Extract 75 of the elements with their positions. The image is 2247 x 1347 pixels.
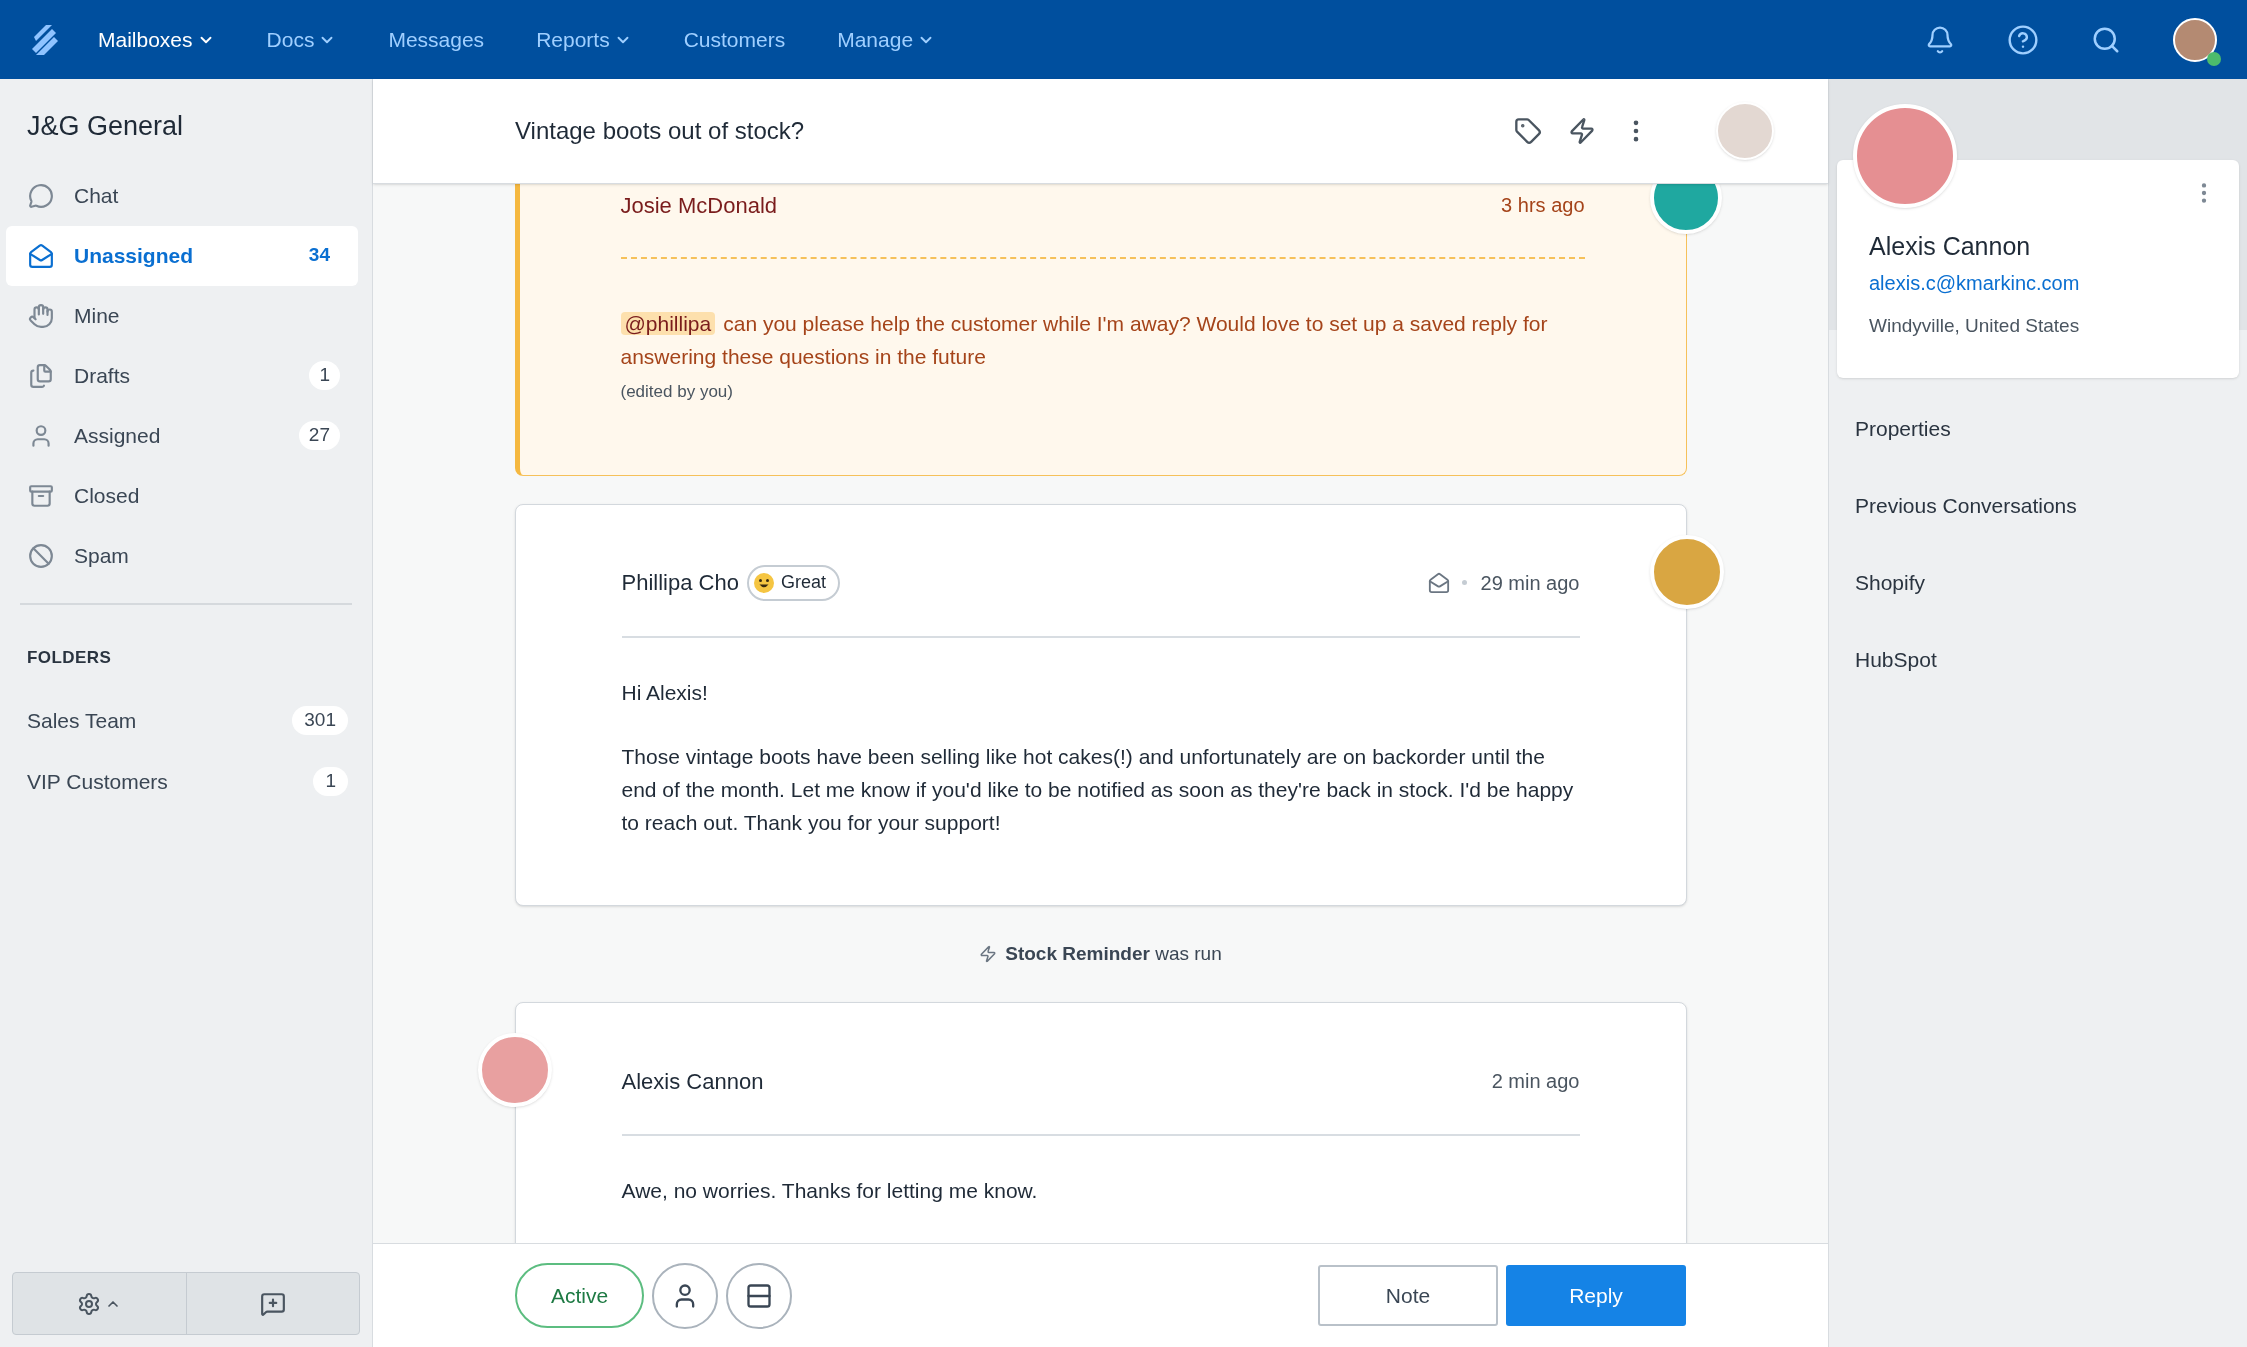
nav-menu-item[interactable]: Messages (388, 23, 485, 56)
reaction-tag: Great (746, 564, 840, 601)
logo-icon (30, 22, 60, 57)
note-text: @phillipa can you please help the customer while I'm away? Would love to set up a saved reply for answering these questions in the future (620, 311, 1549, 370)
sidebar-item-label: Chat (74, 182, 119, 209)
chat-add-icon (259, 1290, 286, 1317)
item-count: 27 (298, 421, 340, 450)
status-button[interactable]: Active (515, 1263, 645, 1328)
message-time: 3 hrs ago (1501, 193, 1585, 218)
settings-icon (77, 1291, 102, 1316)
sidebar-item[interactable]: Closed (6, 465, 358, 526)
blocked-icon (28, 542, 54, 569)
folder-item[interactable]: VIP Customers 1 (0, 751, 372, 812)
sidebar-item[interactable]: Drafts 1 (6, 345, 358, 406)
item-count: 1 (309, 361, 340, 390)
message-paragraph: Awe, no worries. Thanks for letting me know. (621, 1178, 1039, 1204)
nav-menu-item[interactable]: Customers (683, 23, 786, 56)
open-envelope-icon (1427, 571, 1450, 594)
conversation-title: Vintage boots out of stock? (515, 116, 805, 146)
item-count: 34 (307, 243, 331, 268)
sidebar-item[interactable]: Mine (6, 285, 358, 346)
panel-section-link[interactable]: HubSpot (1855, 643, 1937, 676)
lightning-icon[interactable] (1568, 117, 1596, 145)
archive-box-icon (28, 482, 54, 509)
open-envelope-icon (28, 242, 54, 269)
note-button[interactable]: Note (1318, 1265, 1498, 1326)
hand-icon (28, 302, 54, 329)
sidebar-item-label: Drafts (74, 362, 130, 389)
assign-button[interactable] (652, 1262, 719, 1329)
sidebar-item-label: Closed (74, 482, 140, 509)
folder-label: VIP Customers (27, 768, 168, 795)
message-time: 2 min ago (1491, 1069, 1580, 1094)
folder-label: Sales Team (27, 707, 137, 734)
layout-button[interactable] (726, 1262, 793, 1329)
folder-count: 301 (292, 706, 348, 735)
panel-section-link[interactable]: Properties (1855, 412, 1951, 445)
chat-bubble-icon (28, 182, 54, 209)
nav-menu-item[interactable]: Mailboxes (98, 23, 215, 56)
author-name: Phillipa Cho (621, 569, 739, 597)
sidebar-item-label: Unassigned (74, 242, 194, 269)
mailbox-title: J&G General (27, 110, 184, 143)
workflow-event-text: Stock Reminder was run (1005, 941, 1222, 966)
folder-count: 1 (313, 767, 348, 796)
reply-button[interactable]: Reply (1506, 1265, 1686, 1326)
folders-heading: FOLDERS (27, 646, 112, 669)
panel-section-link[interactable]: Shopify (1855, 566, 1926, 599)
sidebar-item[interactable]: Unassigned 34 (6, 225, 358, 286)
customer-email[interactable]: alexis.c@kmarkinc.com (1869, 267, 2239, 298)
nav-menu-item[interactable]: Docs (266, 23, 337, 56)
user-avatar[interactable] (2173, 17, 2217, 62)
documents-icon (28, 362, 54, 389)
notification-bell-icon[interactable] (1925, 24, 1955, 55)
panel-section-link[interactable]: Previous Conversations (1855, 489, 2077, 522)
customer-name: Alexis Cannon (1869, 231, 2032, 262)
author-name: Josie McDonald (620, 191, 777, 220)
message-paragraph: Hi Alexis! (621, 679, 709, 706)
nav-menu-item[interactable]: Manage (837, 23, 936, 56)
author-name: Alexis Cannon (621, 1067, 764, 1096)
lightning-icon (979, 944, 998, 963)
tag-icon[interactable] (1514, 117, 1542, 145)
sidebar-item-label: Spam (74, 542, 129, 569)
customer-location: Windyville, United States (1869, 313, 2081, 338)
folder-item[interactable]: Sales Team 301 (0, 690, 372, 751)
help-icon[interactable] (2007, 23, 2039, 56)
edited-label: (edited by you) (620, 381, 734, 403)
stacked-rows-icon (745, 1281, 774, 1310)
nav-menu-item[interactable]: Reports (536, 23, 632, 56)
sidebar-item[interactable]: Chat (6, 165, 358, 226)
sidebar-item[interactable]: Assigned 27 (6, 405, 358, 466)
sidebar-item[interactable]: Spam (6, 525, 358, 586)
smiley-icon (752, 571, 775, 594)
sidebar-item-label: Mine (74, 302, 120, 329)
sidebar-item-label: Assigned (74, 422, 161, 449)
message-time: 29 min ago (1480, 570, 1580, 596)
message-paragraph: Those vintage boots have been selling like hot cakes(!) and unfortunately are on backorder until the end of the month. Let me know if you'd like to be notified as soon as they're back in stock. I'd be happy to reach out. Thank you for your support! (621, 743, 1575, 836)
